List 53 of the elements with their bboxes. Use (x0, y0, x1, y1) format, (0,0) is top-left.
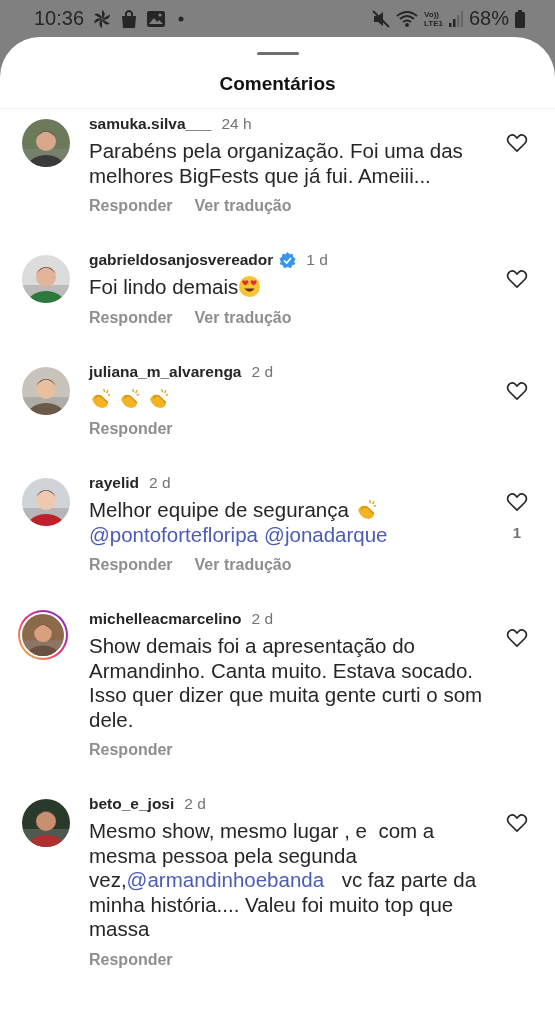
username[interactable]: michelleacmarcelino (89, 610, 242, 628)
comment-time: 2 d (251, 362, 274, 381)
username[interactable]: gabrieldosanjosvereador (89, 251, 274, 269)
heart-icon[interactable] (506, 269, 528, 289)
reply-button[interactable]: Responder (89, 420, 173, 438)
mention-link[interactable]: @pontofortefloripa (89, 522, 258, 546)
comment-text: Show demais foi a apresentação do Armandinho. Canta muito. Estava socado. Isso quer dizer que muita gente curti o som dele. (89, 634, 484, 732)
reply-button[interactable]: Responder (89, 308, 173, 327)
pinwheel-icon (92, 8, 113, 29)
image-icon (146, 9, 167, 28)
comment-text: Mesmo show, mesmo lugar , e com a mesma pessoa pela segunda vez,@armandinhoebanda vc faz parte da minha história.... Valeu foi muito top que massa (89, 819, 478, 942)
mention-link[interactable]: @armandinhoebanda (126, 868, 325, 891)
clapping-hands-icon (147, 386, 171, 410)
status-time: 10:36 (34, 7, 85, 30)
clapping-hands-icon (118, 386, 142, 410)
battery-icon (515, 9, 525, 28)
comment-text: Parabéns pela organização. Foi uma das melhores BigFests que já fui. Ameiii... (89, 139, 464, 188)
shopping-bag-icon (120, 8, 139, 29)
username[interactable]: beto_e_josi (89, 795, 175, 813)
heart-eyes-emoji-icon (238, 275, 262, 298)
drag-handle[interactable] (256, 52, 299, 55)
reply-button[interactable]: Responder (89, 556, 173, 574)
sheet-title: Comentários (218, 73, 337, 96)
translate-button[interactable]: Ver tradução (194, 308, 292, 327)
reply-button[interactable]: Responder (89, 197, 173, 215)
network-label: Vo)) LTE1 (424, 9, 443, 28)
translate-button[interactable]: Ver tradução (194, 197, 292, 215)
comment-time: 2 d (149, 474, 171, 492)
username[interactable]: juliana_m_alvarenga (89, 362, 242, 381)
muted-speaker-icon (372, 9, 390, 28)
heart-icon[interactable] (506, 628, 528, 648)
username[interactable]: rayelid (89, 474, 139, 492)
story-ring[interactable] (18, 610, 68, 660)
heart-icon[interactable] (506, 813, 528, 833)
clapping-hands-icon (89, 386, 112, 410)
heart-icon[interactable] (506, 492, 528, 512)
like-count: 1 (512, 524, 522, 541)
reply-button[interactable]: Responder (89, 741, 173, 759)
comment-time: 1 d (306, 251, 328, 269)
username[interactable]: samuka.silva___ (89, 115, 212, 133)
heart-icon[interactable] (506, 380, 528, 401)
comment-text: Melhor equipe de segurança @pontofortefloripa @jonadarque (89, 498, 389, 547)
signal-icon (448, 10, 463, 27)
comment-text: Foi lindo demais (89, 275, 484, 300)
comment-time: 24 h (221, 115, 252, 133)
translate-button[interactable]: Ver tradução (194, 556, 292, 574)
heart-icon[interactable] (506, 133, 528, 153)
mention-link[interactable]: @jonadarque (264, 522, 388, 546)
comment-time: 2 d (251, 610, 274, 628)
comment-time: 2 d (184, 795, 206, 813)
reply-button[interactable]: Responder (89, 950, 173, 969)
wifi-icon (396, 9, 418, 28)
battery-percent: 68% (468, 7, 509, 30)
